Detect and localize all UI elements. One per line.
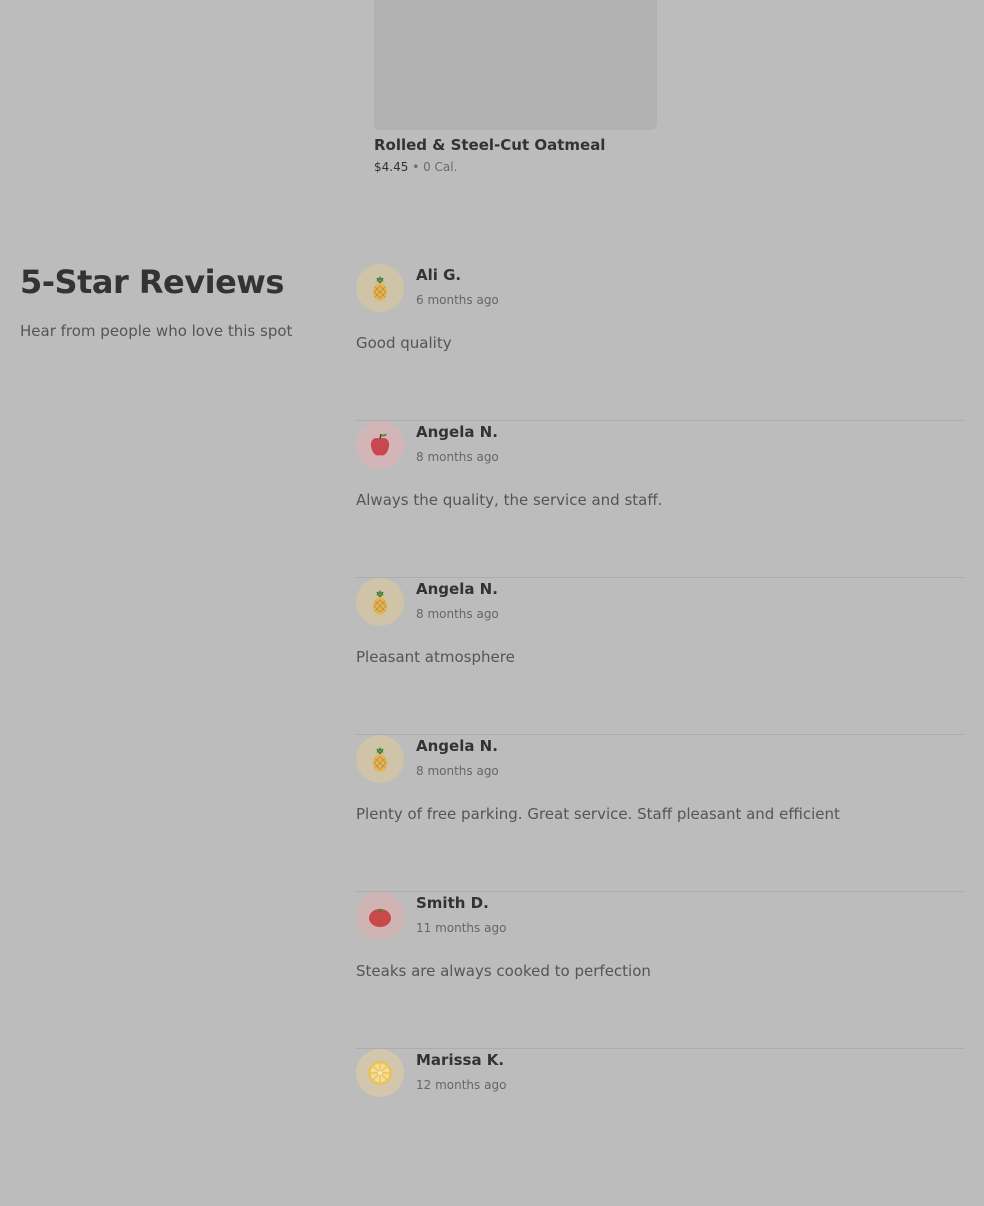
pineapple-icon [366,274,394,302]
review-item: Smith D. 11 months ago Steaks are always… [356,892,964,1049]
review-item: Angela N. 8 months ago Plenty of free pa… [356,735,964,892]
avatar [356,264,404,312]
menu-item-name: Rolled & Steel-Cut Oatmeal [374,136,606,154]
tomato-icon [366,902,394,930]
reviewer-name: Angela N. [416,737,498,755]
menu-item-price: $4.45 [374,160,409,174]
review-date: 8 months ago [416,450,499,464]
avatar [356,735,404,783]
review-date: 6 months ago [416,293,499,307]
review-date: 11 months ago [416,921,507,935]
review-text: Plenty of free parking. Great service. S… [356,805,840,823]
reviewer-name: Ali G. [416,266,462,284]
pineapple-icon [366,745,394,773]
pineapple-icon [366,588,394,616]
review-item: Angela N. 8 months ago Always the qualit… [356,421,964,578]
apple-icon [366,431,394,459]
reviewer-name: Smith D. [416,894,489,912]
review-date: 12 months ago [416,1078,507,1092]
review-item: Ali G. 6 months ago Good quality [356,264,964,421]
lemon-slice-icon [366,1059,394,1087]
reviewer-name: Marissa K. [416,1051,505,1069]
review-text: Good quality [356,334,452,352]
avatar [356,421,404,469]
reviews-list: Ali G. 6 months ago Good quality Angela … [356,264,964,1206]
avatar [356,578,404,626]
avatar [356,1049,404,1097]
reviews-section-subtitle: Hear from people who love this spot [20,322,293,340]
review-text: Always the quality, the service and staf… [356,491,663,509]
avatar [356,892,404,940]
reviews-section-title: 5-Star Reviews [20,263,284,301]
menu-item-calories: 0 Cal. [423,160,458,174]
review-date: 8 months ago [416,764,499,778]
reviewer-name: Angela N. [416,423,498,441]
reviewer-name: Angela N. [416,580,498,598]
review-date: 8 months ago [416,607,499,621]
review-item: Marissa K. 12 months ago [356,1049,964,1206]
review-text: Pleasant atmosphere [356,648,515,666]
review-item: Angela N. 8 months ago Pleasant atmosphe… [356,578,964,735]
review-text: Steaks are always cooked to perfection [356,962,651,980]
menu-item-card[interactable]: Rolled & Steel-Cut Oatmeal $4.45 • 0 Cal… [374,0,657,174]
menu-item-image [374,0,657,130]
menu-item-meta: $4.45 • 0 Cal. [374,160,657,174]
meta-separator: • [412,160,420,174]
